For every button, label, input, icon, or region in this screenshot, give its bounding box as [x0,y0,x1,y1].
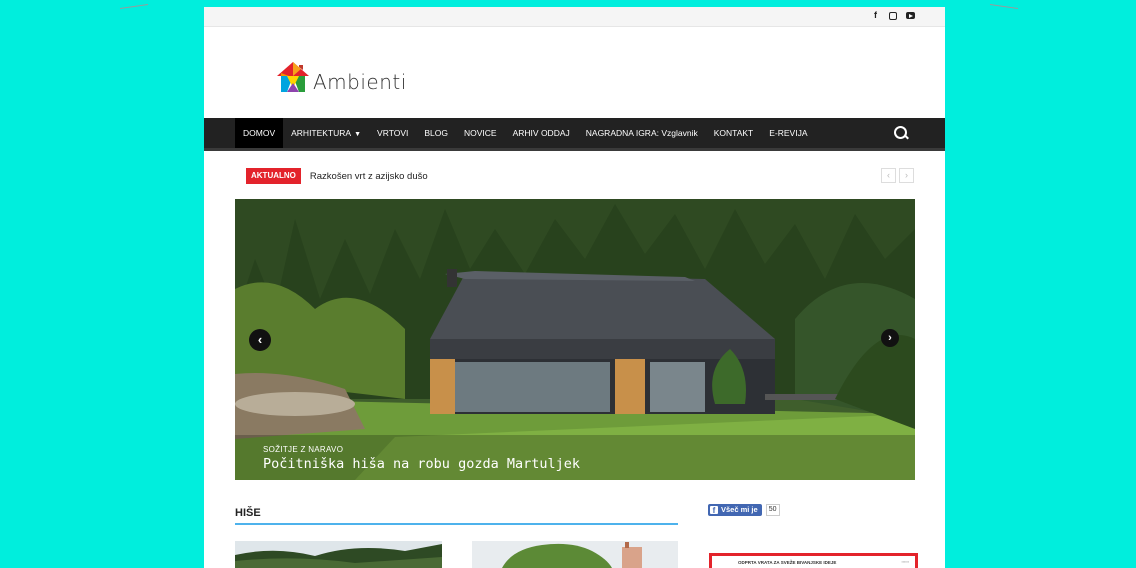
web-page: f Ambienti DOMOV ARHITEKTURA ▼ VRTOVI BLO… [204,7,945,568]
search-icon[interactable] [894,126,907,139]
social-links: f [871,10,915,21]
chevron-down-icon: ▼ [354,131,362,138]
ticker-prev-icon[interactable]: ‹ [881,168,896,183]
ticker-next-icon[interactable]: › [899,168,914,183]
nav-item-novice[interactable]: NOVICE [456,118,505,148]
ticker-headline[interactable]: Razkošen vrt z azijsko dušo [310,171,428,182]
article-thumbnail[interactable] [472,541,678,568]
ticker-badge: AKTUALNO [246,168,301,184]
thumbnail-image [472,541,678,568]
window-corner-right [990,0,1018,9]
facebook-like-button[interactable]: f Všeč mi je [708,504,762,516]
nav-item-nagradna-igra[interactable]: NAGRADNA IGRA: Vzglavnik [578,118,706,148]
left-edge [0,0,7,568]
facebook-icon[interactable]: f [871,10,880,21]
news-ticker: AKTUALNO Razkošen vrt z azijsko dušo [246,168,428,184]
ticker-controls: ‹ › [881,168,914,183]
nav-item-e-revija[interactable]: E-REVIJA [761,118,815,148]
nav-item-arhiv-oddaj[interactable]: ARHIV ODDAJ [505,118,578,148]
section-title: HIŠE [235,507,678,525]
article-thumbnail[interactable] [235,541,442,568]
advertisement-banner[interactable]: ODPRTA VRATA ZA SVEŽE BIVANJSKE IDEJE ▪▪… [709,553,918,568]
window-corner-left [120,0,148,9]
ad-date: ▪▪▪▪▪▪ [901,560,909,564]
facebook-like: f Všeč mi je 50 [708,504,780,516]
youtube-icon[interactable] [906,12,915,19]
slider-next-icon[interactable]: › [881,329,899,347]
facebook-like-count: 50 [765,504,780,516]
facebook-like-label: Všeč mi je [721,505,758,514]
nav-item-domov[interactable]: DOMOV [235,118,284,148]
hero-category[interactable]: SOŽITJE Z NARAVO [263,445,343,454]
nav-item-kontakt[interactable]: KONTAKT [706,118,762,148]
top-bar: f [204,7,945,27]
site-logo[interactable]: Ambienti [276,53,407,93]
nav-item-arhitektura[interactable]: ARHITEKTURA ▼ [283,118,369,148]
logo-text: Ambienti [313,70,407,94]
hero-caption: SOŽITJE Z NARAVO Počitniška hiša na robu… [235,435,915,480]
main-navigation: DOMOV ARHITEKTURA ▼ VRTOVI BLOG NOVICE AR… [204,118,945,151]
nav-item-vrtovi[interactable]: VRTOVI [369,118,416,148]
nav-item-blog[interactable]: BLOG [416,118,456,148]
instagram-icon[interactable] [889,12,897,20]
hero-title[interactable]: Počitniška hiša na robu gozda Martuljek [263,456,580,472]
house-logo-icon [277,62,309,92]
slider-prev-icon[interactable]: ‹ [249,329,271,351]
facebook-icon: f [710,506,718,515]
ad-text: ODPRTA VRATA ZA SVEŽE BIVANJSKE IDEJE [738,560,837,565]
nav-item-label: ARHITEKTURA [291,128,352,138]
thumbnail-image [235,541,442,568]
hero-slider[interactable]: ‹ › SOŽITJE Z NARAVO Počitniška hiša na … [235,199,915,480]
